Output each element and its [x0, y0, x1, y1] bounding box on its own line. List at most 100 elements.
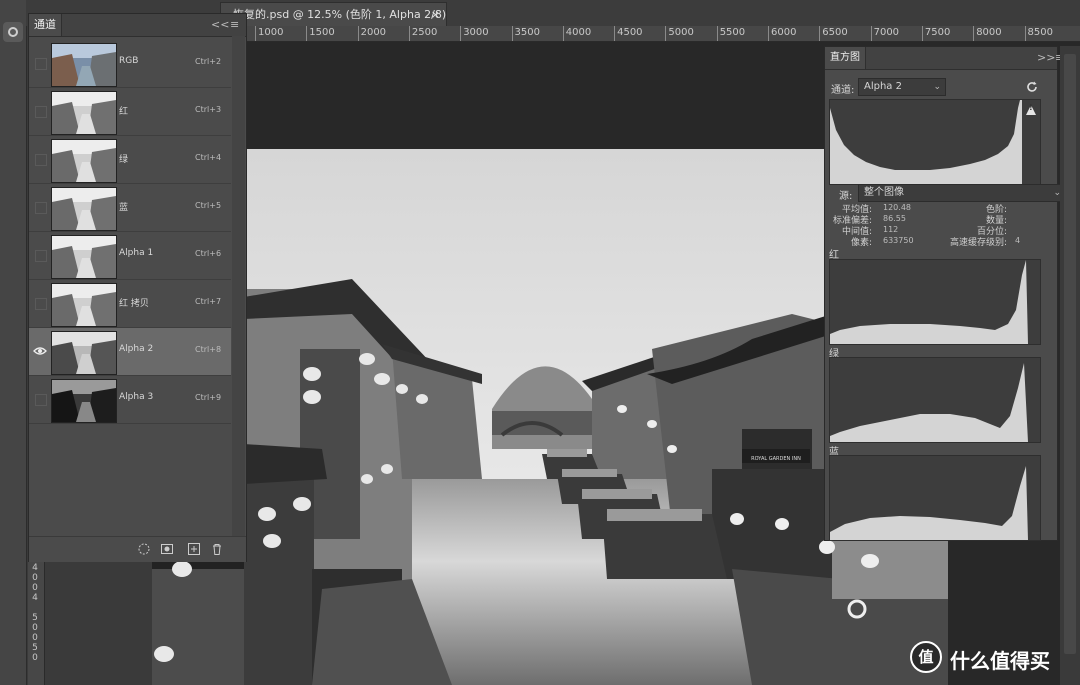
- channel-thumbnail: [51, 235, 117, 279]
- channel-row[interactable]: RGB Ctrl+2: [29, 40, 231, 88]
- panel-menu-icon[interactable]: ≡: [230, 14, 239, 36]
- expand-panel-icon[interactable]: >>: [1037, 47, 1055, 69]
- inn-sign-text: ROYAL GARDEN INN: [751, 456, 801, 462]
- ruler-mark: 0: [32, 573, 38, 583]
- channels-panel-footer: [29, 536, 246, 562]
- panel-toggle-icon[interactable]: [3, 22, 23, 42]
- ruler-mark: 0: [32, 623, 38, 633]
- tab-histogram[interactable]: 直方图: [825, 47, 866, 69]
- visibility-toggle[interactable]: [35, 202, 47, 214]
- visibility-toggle[interactable]: [35, 394, 47, 406]
- ruler-mark: 4: [32, 563, 38, 573]
- visibility-toggle[interactable]: [35, 298, 47, 310]
- channel-shortcut: Ctrl+4: [195, 153, 222, 162]
- channel-row[interactable]: Alpha 1 Ctrl+6: [29, 232, 231, 280]
- channels-panel: 通道 << ≡ RGB Ctrl+2 红 Ctrl+3 绿 Ctrl+4 蓝 Ctrl+5 Al…: [28, 13, 247, 562]
- histogram-panel-header: 直方图 >> ≡: [825, 47, 1064, 70]
- watermark-logo-glyph: 值: [918, 648, 934, 666]
- ruler-mark: 2000: [357, 26, 386, 41]
- channel-select[interactable]: Alpha 2 ⌄: [858, 78, 946, 96]
- channel-shortcut: Ctrl+5: [195, 201, 222, 210]
- channel-row[interactable]: 绿 Ctrl+4: [29, 136, 231, 184]
- vertical-ruler: 400450050: [28, 560, 45, 685]
- new-channel-icon[interactable]: [187, 542, 201, 556]
- channel-name: 蓝: [119, 203, 129, 213]
- channel-name: RGB: [119, 56, 139, 66]
- channel-label: 通道:: [831, 85, 855, 96]
- channel-row[interactable]: 红 Ctrl+3: [29, 88, 231, 136]
- green-histogram: [829, 357, 1041, 443]
- save-selection-icon[interactable]: [160, 542, 174, 556]
- warning-icon: !: [1025, 101, 1037, 115]
- stat-mean-value: 120.48: [883, 203, 911, 212]
- collapse-panel-icon[interactable]: <<: [211, 14, 229, 36]
- visibility-toggle[interactable]: [35, 154, 47, 166]
- source-select-value: 整个图像: [864, 187, 904, 198]
- channel-thumbnail: [51, 139, 117, 183]
- channel-shortcut: Ctrl+6: [195, 249, 222, 258]
- source-label: 源:: [839, 191, 853, 202]
- channel-shortcut: Ctrl+8: [195, 345, 222, 354]
- watermark-text: 什么值得买: [950, 649, 1050, 673]
- ruler-mark: 5000: [665, 26, 694, 41]
- channel-name: Alpha 1: [119, 248, 154, 258]
- warning-icon-glyph: !: [1029, 103, 1033, 112]
- ruler-mark: 6500: [819, 26, 848, 41]
- panel-scrollbar[interactable]: [1060, 46, 1080, 685]
- visibility-toggle[interactable]: [35, 250, 47, 262]
- channel-name: Alpha 2: [119, 344, 154, 354]
- channel-thumbnail: [51, 43, 117, 87]
- channel-row[interactable]: 蓝 Ctrl+5: [29, 184, 231, 232]
- tab-channels[interactable]: 通道: [29, 14, 62, 36]
- ruler-mark: 5: [32, 613, 38, 623]
- channel-thumbnail: [51, 187, 117, 231]
- document-tab-close-icon[interactable]: ×: [431, 3, 440, 27]
- channel-name: 绿: [119, 155, 129, 165]
- document-tab-title: 恢复的.psd @ 12.5% (色阶 1, Alpha 2/8) *: [233, 8, 447, 21]
- document-tab[interactable]: 恢复的.psd @ 12.5% (色阶 1, Alpha 2/8) * ×: [220, 2, 447, 27]
- ruler-mark: 0: [32, 633, 38, 643]
- watermark-logo-icon: 值: [910, 641, 942, 673]
- ruler-mark: 7000: [870, 26, 899, 41]
- ruler-mark: 7500: [921, 26, 950, 41]
- channel-shortcut: Ctrl+3: [195, 105, 222, 114]
- channel-shortcut: Ctrl+2: [195, 57, 222, 66]
- ruler-mark: 4: [32, 593, 38, 603]
- source-select[interactable]: 整个图像 ⌄: [858, 184, 1066, 202]
- histogram-panel: 直方图 >> ≡ 通道: Alpha 2 ⌄ ! 源: 整个图像 ⌄ 平均值: …: [824, 46, 1066, 541]
- channel-thumbnail: [51, 379, 117, 423]
- channel-thumbnail: [51, 91, 117, 135]
- ruler-mark: 0: [32, 653, 38, 663]
- ruler-mark: 8000: [973, 26, 1002, 41]
- channel-name: Alpha 3: [119, 392, 154, 402]
- channel-thumbnail: [51, 283, 117, 327]
- channel-shortcut: Ctrl+7: [195, 297, 222, 306]
- channel-row[interactable]: 红 拷贝 Ctrl+7: [29, 280, 231, 328]
- load-selection-icon[interactable]: [137, 542, 151, 556]
- ruler-mark: 1000: [255, 26, 283, 41]
- channel-name: 红 拷贝: [119, 299, 149, 309]
- ruler-mark: 4500: [614, 26, 643, 41]
- ruler-mark: 5: [32, 643, 38, 653]
- red-histogram: [829, 259, 1041, 345]
- channel-thumbnail: [51, 331, 117, 375]
- ruler-mark: 1500: [306, 26, 335, 41]
- channel-row[interactable]: Alpha 3 Ctrl+9: [29, 376, 231, 424]
- main-histogram: [829, 99, 1041, 185]
- refresh-icon[interactable]: [1025, 80, 1039, 94]
- ruler-mark: 0: [32, 583, 38, 593]
- channel-shortcut: Ctrl+9: [195, 393, 222, 402]
- eye-icon[interactable]: [33, 344, 47, 358]
- horizontal-ruler: 1000 1500 2000 2500 3000 3500 4000 4500 5000 5500…: [245, 26, 1080, 42]
- channel-name: 红: [119, 107, 129, 117]
- channel-list: RGB Ctrl+2 红 Ctrl+3 绿 Ctrl+4 蓝 Ctrl+5 Alpha 1 Ctr…: [29, 40, 231, 440]
- stat-cache-value: 4: [1015, 236, 1021, 245]
- delete-channel-icon[interactable]: [210, 542, 224, 556]
- visibility-toggle[interactable]: [35, 106, 47, 118]
- stat-stddev-value: 86.55: [883, 214, 906, 223]
- visibility-toggle[interactable]: [35, 58, 47, 70]
- ruler-mark: 3500: [511, 26, 540, 41]
- channel-list-scrollbar[interactable]: [232, 36, 245, 548]
- ruler-mark: 5500: [716, 26, 745, 41]
- channel-row[interactable]: Alpha 2 Ctrl+8: [29, 328, 231, 376]
